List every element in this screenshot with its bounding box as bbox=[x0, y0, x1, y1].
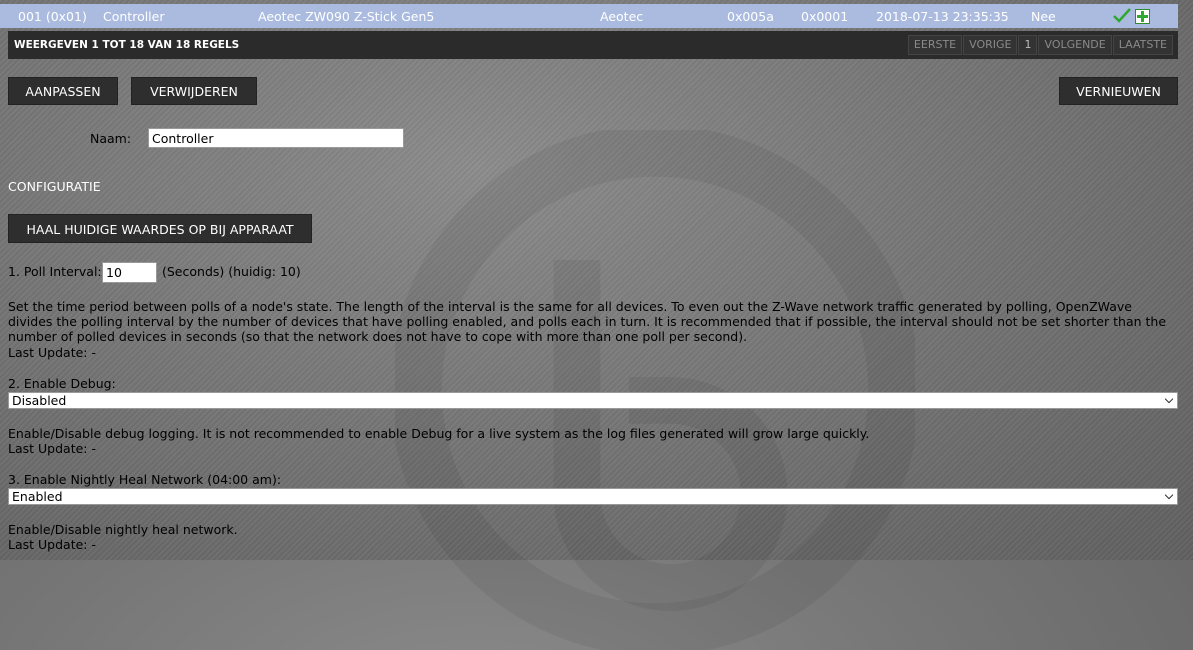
poll-interval-input[interactable] bbox=[102, 262, 157, 283]
pager-next-button[interactable]: VOLGENDE bbox=[1038, 35, 1112, 55]
debug-description: Enable/Disable debug logging. It is not … bbox=[8, 426, 870, 441]
name-label: Naam: bbox=[90, 131, 132, 146]
debug-label: 2. Enable Debug: bbox=[8, 376, 116, 391]
debug-select-value: Disabled bbox=[12, 393, 67, 408]
edit-button[interactable]: AANPASSEN bbox=[8, 77, 118, 105]
chevron-down-icon bbox=[1165, 494, 1173, 500]
delete-button[interactable]: VERWIJDEREN bbox=[131, 77, 257, 105]
refresh-button[interactable]: VERNIEUWEN bbox=[1059, 77, 1178, 105]
config-section-title: CONFIGURATIE bbox=[8, 179, 101, 194]
device-table-row-selected[interactable]: 001 (0x01) Controller Aeotec ZW090 Z-Sti… bbox=[0, 4, 1178, 28]
poll-interval-last-update: Last Update: - bbox=[8, 345, 96, 360]
nightly-heal-select[interactable]: Enabled bbox=[8, 488, 1178, 505]
debug-select[interactable]: Disabled bbox=[8, 392, 1178, 409]
debug-last-update: Last Update: - bbox=[8, 441, 96, 456]
manufacturer-cell: Aeotec bbox=[600, 9, 644, 24]
product-type-cell: 0x0001 bbox=[801, 9, 849, 24]
table-info: WEERGEVEN 1 TOT 18 VAN 18 REGELS bbox=[14, 39, 240, 51]
poll-interval-description: Set the time period between polls of a n… bbox=[8, 299, 1167, 344]
name-cell: Controller bbox=[103, 9, 165, 24]
nightly-heal-last-update: Last Update: - bbox=[8, 537, 96, 552]
checkmark-icon[interactable] bbox=[1113, 7, 1131, 24]
nightly-heal-description: Enable/Disable nightly heal network. bbox=[8, 522, 238, 537]
node-id-cell: 001 (0x01) bbox=[18, 9, 87, 24]
table-footer: WEERGEVEN 1 TOT 18 VAN 18 REGELS EERSTE … bbox=[8, 31, 1178, 59]
state-cell: Nee bbox=[1031, 9, 1056, 24]
pager-previous-button[interactable]: VORIGE bbox=[963, 35, 1018, 55]
pagination: EERSTE VORIGE 1 VOLGENDE LAATSTE bbox=[907, 35, 1173, 55]
pager-first-button[interactable]: EERSTE bbox=[907, 35, 963, 55]
plus-icon[interactable] bbox=[1135, 9, 1150, 24]
product-id-cell: 0x005a bbox=[727, 9, 774, 24]
pager-page-1[interactable]: 1 bbox=[1018, 35, 1038, 55]
poll-interval-label: 1. Poll Interval: bbox=[8, 264, 102, 279]
nightly-heal-select-value: Enabled bbox=[12, 489, 63, 504]
name-input[interactable] bbox=[148, 128, 404, 148]
nightly-heal-label: 3. Enable Nightly Heal Network (04:00 am… bbox=[8, 472, 282, 487]
chevron-down-icon bbox=[1165, 398, 1173, 404]
pager-last-button[interactable]: LAATSTE bbox=[1112, 35, 1173, 55]
description-cell: Aeotec ZW090 Z-Stick Gen5 bbox=[258, 9, 435, 24]
fetch-values-button[interactable]: HAAL HUIDIGE WAARDES OP BIJ APPARAAT bbox=[8, 214, 312, 243]
poll-interval-unit: (Seconds) (huidig: 10) bbox=[162, 264, 301, 279]
last-seen-cell: 2018-07-13 23:35:35 bbox=[876, 9, 1009, 24]
